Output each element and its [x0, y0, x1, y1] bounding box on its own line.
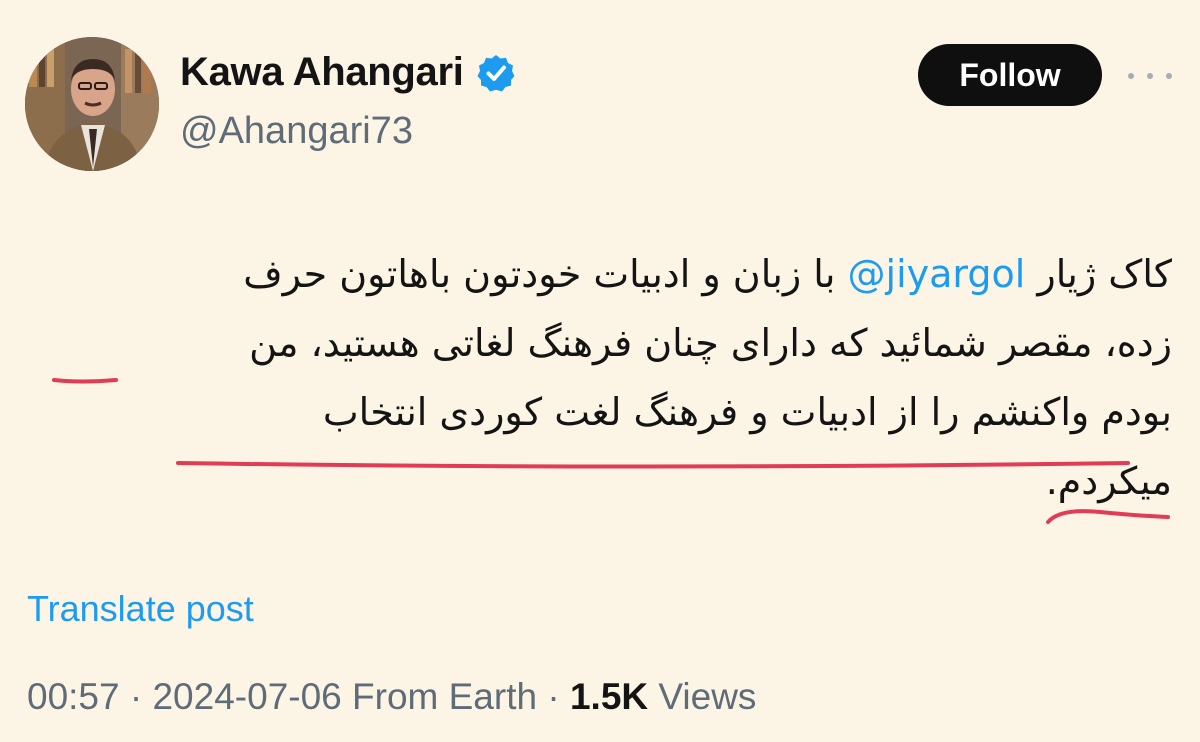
- author-avatar[interactable]: [25, 37, 159, 171]
- author-display-name[interactable]: Kawa Ahangari: [180, 50, 464, 95]
- translate-post-link[interactable]: Translate post: [27, 588, 254, 630]
- post-metadata: 00:57 · 2024-07-06 From Earth · 1.5K Vie…: [27, 676, 756, 718]
- post-time[interactable]: 00:57: [27, 676, 120, 717]
- post-line-before-mention: کاک ژیار: [1025, 252, 1172, 296]
- post-date[interactable]: 2024-07-06: [152, 676, 341, 717]
- more-horizontal-icon: [1128, 73, 1134, 79]
- meta-separator: ·: [129, 676, 143, 717]
- post-line: بودم واکنشم را از ادبیات و فرهنگ لغت کور…: [322, 390, 1172, 434]
- post-source: From Earth: [352, 676, 538, 717]
- post-line: زده، مقصر شمائید که دارای چنان فرهنگ لغا…: [249, 321, 1172, 365]
- more-horizontal-icon-dot-3: [1166, 73, 1172, 79]
- post-line: میکردم.: [1045, 459, 1172, 503]
- more-options-button[interactable]: [1128, 66, 1172, 86]
- author-name-row: Kawa Ahangari: [180, 50, 516, 95]
- more-horizontal-icon-dot-2: [1147, 73, 1153, 79]
- follow-button[interactable]: Follow: [918, 44, 1102, 106]
- post-text: کاک ژیار @jiyargol با زبان و ادبیات خودت…: [32, 240, 1172, 516]
- author-handle[interactable]: @Ahangari73: [180, 110, 413, 153]
- post-line-after-mention: با زبان و ادبیات خودتون باهاتون حرف: [243, 252, 848, 296]
- views-count: 1.5K: [569, 676, 649, 717]
- verified-badge-icon: [477, 54, 515, 91]
- tweet: Kawa Ahangari @Ahangari73 Follow کاک ژیا…: [0, 0, 1200, 742]
- profile-photo-icon: [25, 37, 159, 171]
- mention-link[interactable]: @jiyargol: [848, 252, 1026, 296]
- views-label: Views: [658, 676, 757, 717]
- meta-separator: ·: [547, 676, 560, 717]
- post-line: کاک ژیار @jiyargol با زبان و ادبیات خودت…: [32, 240, 1172, 309]
